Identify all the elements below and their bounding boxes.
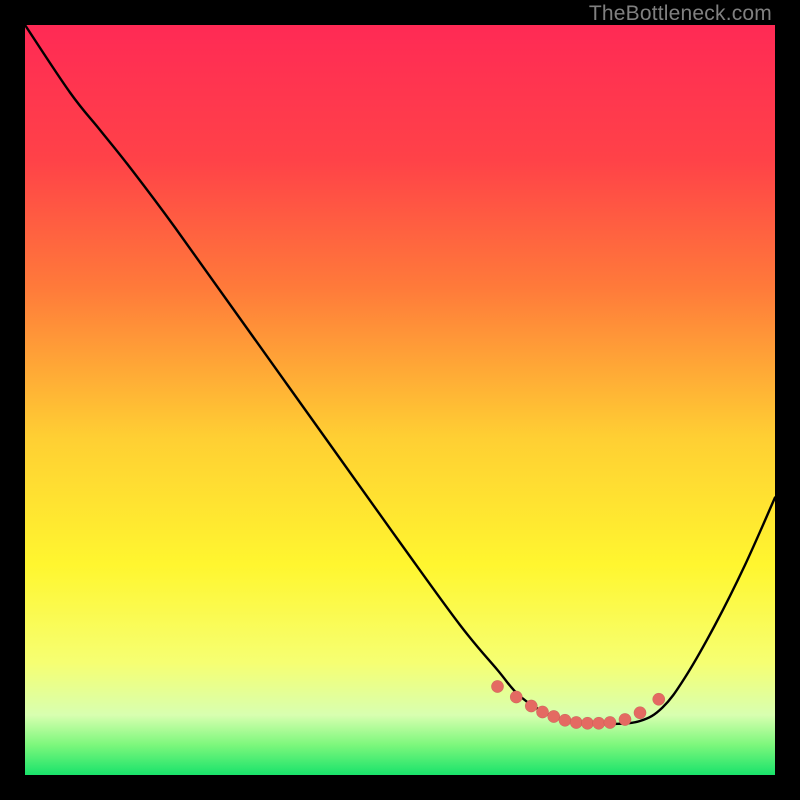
marker-dot bbox=[510, 691, 522, 703]
marker-dot bbox=[536, 706, 548, 718]
marker-dot bbox=[491, 680, 503, 692]
marker-dot bbox=[548, 710, 560, 722]
marker-dot bbox=[634, 707, 646, 719]
outer-frame: TheBottleneck.com bbox=[0, 0, 800, 800]
marker-dot bbox=[559, 714, 571, 726]
watermark-text: TheBottleneck.com bbox=[589, 2, 772, 26]
marker-dot bbox=[653, 693, 665, 705]
marker-dot bbox=[593, 717, 605, 729]
marker-dot bbox=[581, 717, 593, 729]
marker-dot bbox=[525, 700, 537, 712]
plot-area bbox=[25, 25, 775, 775]
marker-dot bbox=[570, 716, 582, 728]
chart-svg bbox=[25, 25, 775, 775]
marker-dot bbox=[619, 713, 631, 725]
marker-dot bbox=[604, 716, 616, 728]
gradient-background bbox=[25, 25, 775, 775]
